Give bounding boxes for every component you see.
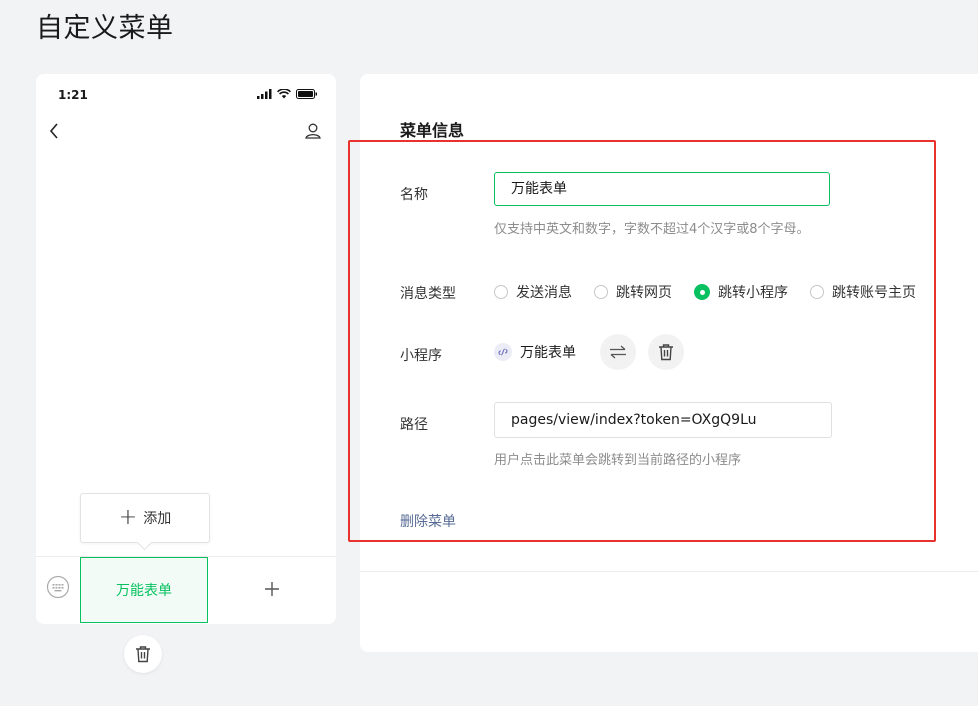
radio-label: 发送消息 [516, 285, 572, 301]
add-submenu-label: 添加 [143, 511, 172, 527]
delete-menu-link[interactable]: 删除菜单 [400, 511, 456, 531]
trash-icon [659, 344, 673, 361]
miniprogram-icon [494, 343, 512, 361]
path-hint: 用户点击此菜单会跳转到当前路径的小程序 [494, 453, 742, 468]
miniprogram-label: 小程序 [400, 348, 442, 364]
radio-circle [494, 285, 508, 299]
menu-info-panel: 菜单信息 名称 万能表单 仅支持中英文和数字，字数不超过4个汉字或8个字母。 消… [360, 74, 978, 652]
radio-label: 跳转账号主页 [832, 285, 916, 301]
miniprogram-row: 万能表单 [494, 334, 684, 370]
battery-icon [296, 89, 317, 99]
panel-title: 菜单信息 [400, 121, 465, 140]
radio-jump-webpage[interactable]: 跳转网页 [594, 282, 672, 302]
radio-circle [594, 285, 608, 299]
status-icons [257, 89, 318, 99]
menu-bar: 万能表单 [36, 556, 336, 625]
name-label: 名称 [400, 187, 428, 203]
path-label: 路径 [400, 417, 428, 433]
radio-checked-circle [694, 284, 710, 300]
plus-icon: + [118, 505, 138, 530]
signal-icon [257, 89, 272, 99]
menu-item-active[interactable]: 万能表单 [80, 557, 208, 623]
delete-menu-button[interactable] [124, 635, 162, 673]
swap-icon [610, 345, 626, 359]
radio-label: 跳转小程序 [718, 285, 788, 301]
wifi-icon [277, 89, 291, 99]
back-icon[interactable] [48, 122, 60, 140]
phone-preview: 1:21 + 添加 万能表单 [36, 74, 336, 624]
name-input[interactable]: 万能表单 [494, 172, 830, 206]
type-label: 消息类型 [400, 286, 456, 302]
radio-label: 跳转网页 [616, 285, 672, 301]
add-submenu-button[interactable]: + 添加 [80, 493, 210, 543]
radio-circle [810, 285, 824, 299]
swap-miniprogram-button[interactable] [600, 334, 636, 370]
status-time: 1:21 [58, 88, 88, 102]
panel-divider [360, 571, 978, 572]
user-icon[interactable] [304, 122, 322, 140]
radio-jump-miniprogram[interactable]: 跳转小程序 [694, 282, 788, 302]
page-title: 自定义菜单 [36, 13, 174, 44]
name-hint: 仅支持中英文和数字，字数不超过4个汉字或8个字母。 [494, 222, 810, 237]
trash-icon [136, 646, 150, 663]
keyboard-icon[interactable] [46, 575, 70, 599]
add-menu-button[interactable] [208, 557, 336, 621]
radio-jump-account[interactable]: 跳转账号主页 [810, 282, 916, 302]
path-input[interactable]: pages/view/index?token=OXgQ9Lu [494, 402, 832, 438]
type-radio-group: 发送消息 跳转网页 跳转小程序 跳转账号主页 [494, 282, 938, 302]
miniprogram-name: 万能表单 [520, 345, 576, 361]
radio-send-message[interactable]: 发送消息 [494, 282, 572, 302]
plus-icon [265, 582, 279, 596]
delete-miniprogram-button[interactable] [648, 334, 684, 370]
